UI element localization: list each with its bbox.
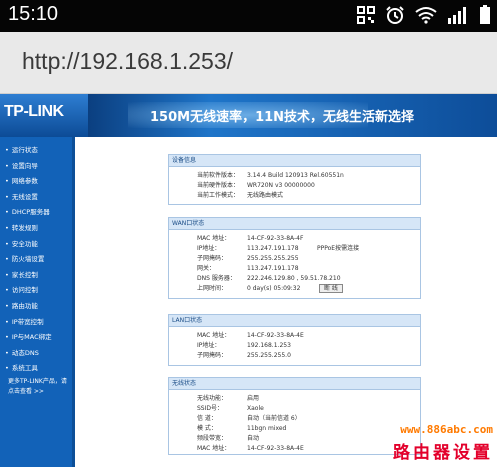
watermark-url: www.886abc.com — [400, 423, 493, 436]
nav-item-dhcp[interactable]: DHCP服务器 — [0, 205, 72, 221]
nav-item-firewall[interactable]: 防火墙设置 — [0, 252, 72, 268]
watermark-name: 路由器设置 — [393, 443, 493, 463]
sidebar-nav: 运行状态 设置向导 网络参数 无线设置 DHCP服务器 转发规则 安全功能 防火… — [0, 137, 75, 467]
nav-item-bandwidth[interactable]: IP带宽控制 — [0, 315, 72, 331]
nav-item-wireless[interactable]: 无线设置 — [0, 190, 72, 206]
disconnect-button[interactable]: 断 线 — [319, 284, 343, 293]
info-row: SSID号： Xaole — [197, 405, 264, 412]
nav-item-parental[interactable]: 家长控制 — [0, 268, 72, 284]
battery-icon — [480, 5, 490, 24]
signal-icon — [448, 7, 466, 24]
site-watermark: www.886abc.com 路由器设置 — [393, 423, 493, 463]
router-header: TP-LINK 150M无线速率，11N技术，无线生活新选择 — [0, 94, 497, 137]
info-row: 子网掩码： 255.255.255.255 — [197, 255, 299, 262]
nav-item-wizard[interactable]: 设置向导 — [0, 159, 72, 175]
info-row: 无线功能： 启用 — [197, 395, 260, 402]
nav-item-security[interactable]: 安全功能 — [0, 237, 72, 253]
nav-item-ddns[interactable]: 动态DNS — [0, 346, 72, 362]
banner-slogan: 150M无线速率，11N技术，无线生活新选择 — [150, 110, 415, 125]
info-row: MAC 地址： 14-CF-92-33-8A-4F — [197, 235, 304, 242]
clock-time: 15:10 — [8, 3, 59, 25]
phone-status-bar: 15:10 — [0, 0, 497, 32]
info-row: MAC 地址： 14-CF-92-33-8A-4E — [197, 445, 304, 452]
nav-item-network[interactable]: 网络参数 — [0, 174, 72, 190]
info-row: 网关： 113.247.191.178 — [197, 265, 299, 272]
nav-item-ipmac[interactable]: IP与MAC绑定 — [0, 330, 72, 346]
url-text[interactable]: http://192.168.1.253/ — [22, 48, 233, 75]
wan-connection-type: PPPoE按需连接 — [317, 245, 360, 252]
info-row: DNS 服务器： 222.246.129.80 , 59.51.78.210 — [197, 275, 341, 282]
tplink-logo: TP-LINK — [0, 94, 88, 137]
nav-item-routing[interactable]: 路由功能 — [0, 299, 72, 315]
info-row: 当前软件版本： 3.14.4 Build 120913 Rel.60551n — [197, 172, 344, 179]
browser-url-bar[interactable]: http://192.168.1.253/ — [0, 32, 497, 94]
wan-status-panel: WAN口状态 MAC 地址： 14-CF-92-33-8A-4F IP地址： 113… — [168, 217, 421, 299]
info-row: IP地址： 113.247.191.178 PPPoE按需连接 — [197, 245, 360, 252]
panel-title: LAN口状态 — [169, 315, 420, 327]
main-content: 设备信息 当前软件版本： 3.14.4 Build 120913 Rel.6055… — [75, 137, 497, 467]
info-row: 当前工作模式： 无线路由模式 — [197, 192, 284, 199]
wireless-status-panel: 无线状态 无线功能： 启用 SSID号： Xaole 信 道： 自动（当前信道 6） … — [168, 377, 421, 455]
lan-status-panel: LAN口状态 MAC 地址： 14-CF-92-33-8A-4E IP地址： 192… — [168, 314, 421, 366]
info-row: 频段带宽： 自动 — [197, 435, 260, 442]
nav-item-forwarding[interactable]: 转发规则 — [0, 221, 72, 237]
nav-item-status[interactable]: 运行状态 — [0, 143, 72, 159]
panel-title: WAN口状态 — [169, 218, 420, 230]
info-row: 当前硬件版本： WR720N v3 00000000 — [197, 182, 315, 189]
info-row: 模 式： 11bgn mixed — [197, 425, 287, 432]
alarm-icon — [386, 6, 404, 24]
qr-icon — [357, 6, 375, 24]
info-row: 上网时间： 0 day(s) 05:09:32 断 线 — [169, 284, 420, 294]
info-row: IP地址： 192.168.1.253 — [197, 342, 291, 349]
panel-title: 设备信息 — [169, 155, 420, 167]
device-info-panel: 设备信息 当前软件版本： 3.14.4 Build 120913 Rel.6055… — [168, 154, 421, 205]
info-row: MAC 地址： 14-CF-92-33-8A-4E — [197, 332, 304, 339]
nav-item-systools[interactable]: 系统工具 — [0, 361, 72, 377]
wifi-icon — [415, 7, 437, 24]
nav-item-access[interactable]: 访问控制 — [0, 283, 72, 299]
panel-title: 无线状态 — [169, 378, 420, 390]
more-products-link[interactable]: 更多TP-LINK产品，请点击查看 >> — [8, 377, 70, 397]
info-row: 信 道： 自动（当前信道 6） — [197, 415, 301, 422]
status-icons — [357, 5, 491, 25]
info-row: 子网掩码： 255.255.255.0 — [197, 352, 291, 359]
